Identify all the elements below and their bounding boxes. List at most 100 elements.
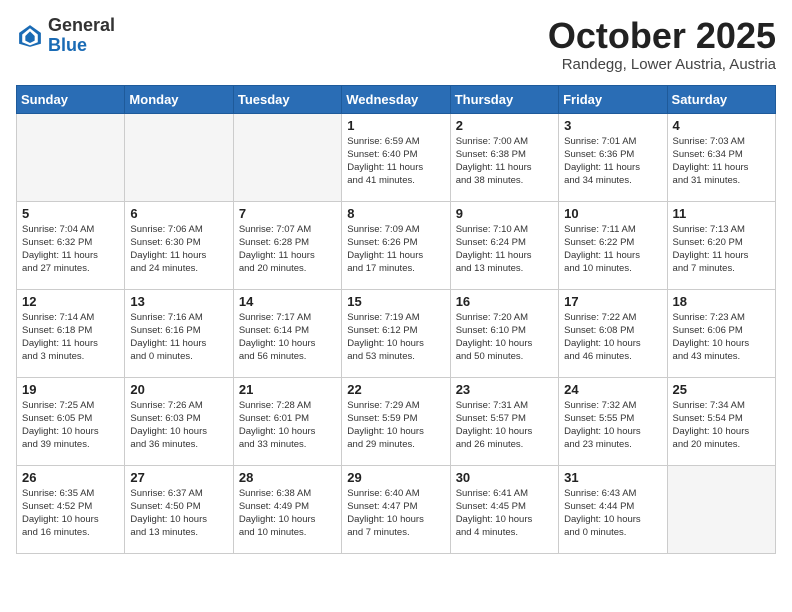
day-info: Sunrise: 7:29 AM Sunset: 5:59 PM Dayligh…	[347, 399, 444, 452]
day-number: 26	[22, 470, 119, 485]
calendar-cell: 5 Sunrise: 7:04 AM Sunset: 6:32 PM Daylig…	[17, 201, 125, 289]
day-info: Sunrise: 7:26 AM Sunset: 6:03 PM Dayligh…	[130, 399, 227, 452]
day-number: 28	[239, 470, 336, 485]
day-info: Sunrise: 7:19 AM Sunset: 6:12 PM Dayligh…	[347, 311, 444, 364]
day-number: 13	[130, 294, 227, 309]
day-info: Sunrise: 7:14 AM Sunset: 6:18 PM Dayligh…	[22, 311, 119, 364]
calendar-cell: 3 Sunrise: 7:01 AM Sunset: 6:36 PM Daylig…	[559, 113, 667, 201]
day-number: 4	[673, 118, 770, 133]
day-of-week-header: Thursday	[450, 85, 558, 113]
calendar-week-row: 5 Sunrise: 7:04 AM Sunset: 6:32 PM Daylig…	[17, 201, 776, 289]
day-info: Sunrise: 6:38 AM Sunset: 4:49 PM Dayligh…	[239, 487, 336, 540]
day-number: 15	[347, 294, 444, 309]
day-number: 23	[456, 382, 553, 397]
logo: General Blue	[16, 16, 115, 56]
day-number: 5	[22, 206, 119, 221]
day-info: Sunrise: 7:07 AM Sunset: 6:28 PM Dayligh…	[239, 223, 336, 276]
day-of-week-header: Monday	[125, 85, 233, 113]
day-number: 14	[239, 294, 336, 309]
day-number: 22	[347, 382, 444, 397]
day-info: Sunrise: 7:11 AM Sunset: 6:22 PM Dayligh…	[564, 223, 661, 276]
calendar-cell: 19 Sunrise: 7:25 AM Sunset: 6:05 PM Dayli…	[17, 377, 125, 465]
calendar-cell: 24 Sunrise: 7:32 AM Sunset: 5:55 PM Dayli…	[559, 377, 667, 465]
day-of-week-header: Wednesday	[342, 85, 450, 113]
calendar-cell: 23 Sunrise: 7:31 AM Sunset: 5:57 PM Dayli…	[450, 377, 558, 465]
day-number: 18	[673, 294, 770, 309]
day-info: Sunrise: 7:25 AM Sunset: 6:05 PM Dayligh…	[22, 399, 119, 452]
calendar-cell: 29 Sunrise: 6:40 AM Sunset: 4:47 PM Dayli…	[342, 465, 450, 553]
calendar-table: SundayMondayTuesdayWednesdayThursdayFrid…	[16, 85, 776, 554]
calendar-cell: 8 Sunrise: 7:09 AM Sunset: 6:26 PM Daylig…	[342, 201, 450, 289]
day-of-week-header: Saturday	[667, 85, 775, 113]
day-number: 19	[22, 382, 119, 397]
day-number: 11	[673, 206, 770, 221]
day-info: Sunrise: 7:16 AM Sunset: 6:16 PM Dayligh…	[130, 311, 227, 364]
day-info: Sunrise: 7:00 AM Sunset: 6:38 PM Dayligh…	[456, 135, 553, 188]
day-info: Sunrise: 7:34 AM Sunset: 5:54 PM Dayligh…	[673, 399, 770, 452]
day-info: Sunrise: 7:10 AM Sunset: 6:24 PM Dayligh…	[456, 223, 553, 276]
day-info: Sunrise: 7:17 AM Sunset: 6:14 PM Dayligh…	[239, 311, 336, 364]
day-info: Sunrise: 7:01 AM Sunset: 6:36 PM Dayligh…	[564, 135, 661, 188]
logo-icon	[16, 22, 44, 50]
calendar-cell: 10 Sunrise: 7:11 AM Sunset: 6:22 PM Dayli…	[559, 201, 667, 289]
calendar-cell: 7 Sunrise: 7:07 AM Sunset: 6:28 PM Daylig…	[233, 201, 341, 289]
calendar-week-row: 19 Sunrise: 7:25 AM Sunset: 6:05 PM Dayli…	[17, 377, 776, 465]
month-title: October 2025	[548, 16, 776, 56]
day-info: Sunrise: 7:20 AM Sunset: 6:10 PM Dayligh…	[456, 311, 553, 364]
day-number: 8	[347, 206, 444, 221]
calendar-cell	[667, 465, 775, 553]
calendar-cell: 22 Sunrise: 7:29 AM Sunset: 5:59 PM Dayli…	[342, 377, 450, 465]
day-number: 21	[239, 382, 336, 397]
calendar-cell: 28 Sunrise: 6:38 AM Sunset: 4:49 PM Dayli…	[233, 465, 341, 553]
day-info: Sunrise: 6:43 AM Sunset: 4:44 PM Dayligh…	[564, 487, 661, 540]
calendar-cell: 18 Sunrise: 7:23 AM Sunset: 6:06 PM Dayli…	[667, 289, 775, 377]
day-info: Sunrise: 7:03 AM Sunset: 6:34 PM Dayligh…	[673, 135, 770, 188]
day-number: 2	[456, 118, 553, 133]
calendar-cell	[17, 113, 125, 201]
day-info: Sunrise: 7:22 AM Sunset: 6:08 PM Dayligh…	[564, 311, 661, 364]
day-info: Sunrise: 7:09 AM Sunset: 6:26 PM Dayligh…	[347, 223, 444, 276]
day-of-week-header: Sunday	[17, 85, 125, 113]
day-number: 9	[456, 206, 553, 221]
logo-general-text: General	[48, 15, 115, 35]
day-info: Sunrise: 6:37 AM Sunset: 4:50 PM Dayligh…	[130, 487, 227, 540]
calendar-cell: 1 Sunrise: 6:59 AM Sunset: 6:40 PM Daylig…	[342, 113, 450, 201]
day-number: 30	[456, 470, 553, 485]
calendar-cell: 12 Sunrise: 7:14 AM Sunset: 6:18 PM Dayli…	[17, 289, 125, 377]
day-number: 12	[22, 294, 119, 309]
calendar-cell	[125, 113, 233, 201]
day-number: 6	[130, 206, 227, 221]
calendar-cell: 21 Sunrise: 7:28 AM Sunset: 6:01 PM Dayli…	[233, 377, 341, 465]
day-number: 7	[239, 206, 336, 221]
calendar-cell: 9 Sunrise: 7:10 AM Sunset: 6:24 PM Daylig…	[450, 201, 558, 289]
day-info: Sunrise: 7:13 AM Sunset: 6:20 PM Dayligh…	[673, 223, 770, 276]
day-info: Sunrise: 6:59 AM Sunset: 6:40 PM Dayligh…	[347, 135, 444, 188]
calendar-cell: 2 Sunrise: 7:00 AM Sunset: 6:38 PM Daylig…	[450, 113, 558, 201]
day-number: 10	[564, 206, 661, 221]
day-info: Sunrise: 7:23 AM Sunset: 6:06 PM Dayligh…	[673, 311, 770, 364]
day-number: 3	[564, 118, 661, 133]
day-number: 24	[564, 382, 661, 397]
day-number: 27	[130, 470, 227, 485]
day-info: Sunrise: 6:41 AM Sunset: 4:45 PM Dayligh…	[456, 487, 553, 540]
day-info: Sunrise: 6:40 AM Sunset: 4:47 PM Dayligh…	[347, 487, 444, 540]
day-number: 1	[347, 118, 444, 133]
calendar-cell: 6Sunrise: 7:06 AM Sunset: 6:30 PM Daylig…	[125, 201, 233, 289]
calendar-cell: 20Sunrise: 7:26 AM Sunset: 6:03 PM Dayli…	[125, 377, 233, 465]
calendar-cell: 17Sunrise: 7:22 AM Sunset: 6:08 PM Dayli…	[559, 289, 667, 377]
day-info: Sunrise: 7:28 AM Sunset: 6:01 PM Dayligh…	[239, 399, 336, 452]
day-info: Sunrise: 7:32 AM Sunset: 5:55 PM Dayligh…	[564, 399, 661, 452]
calendar-cell: 15 Sunrise: 7:19 AM Sunset: 6:12 PM Dayli…	[342, 289, 450, 377]
day-info: Sunrise: 7:04 AM Sunset: 6:32 PM Dayligh…	[22, 223, 119, 276]
calendar-cell: 16Sunrise: 7:20 AM Sunset: 6:10 PM Dayli…	[450, 289, 558, 377]
day-number: 25	[673, 382, 770, 397]
calendar-cell: 11 Sunrise: 7:13 AM Sunset: 6:20 PM Dayli…	[667, 201, 775, 289]
calendar-week-row: 1 Sunrise: 6:59 AM Sunset: 6:40 PM Daylig…	[17, 113, 776, 201]
calendar-cell: 14 Sunrise: 7:17 AM Sunset: 6:14 PM Dayli…	[233, 289, 341, 377]
day-number: 31	[564, 470, 661, 485]
day-of-week-header: Tuesday	[233, 85, 341, 113]
day-info: Sunrise: 7:31 AM Sunset: 5:57 PM Dayligh…	[456, 399, 553, 452]
page-header: General Blue October 2025 Randegg, Lower…	[16, 16, 776, 73]
day-number: 29	[347, 470, 444, 485]
day-of-week-header: Friday	[559, 85, 667, 113]
